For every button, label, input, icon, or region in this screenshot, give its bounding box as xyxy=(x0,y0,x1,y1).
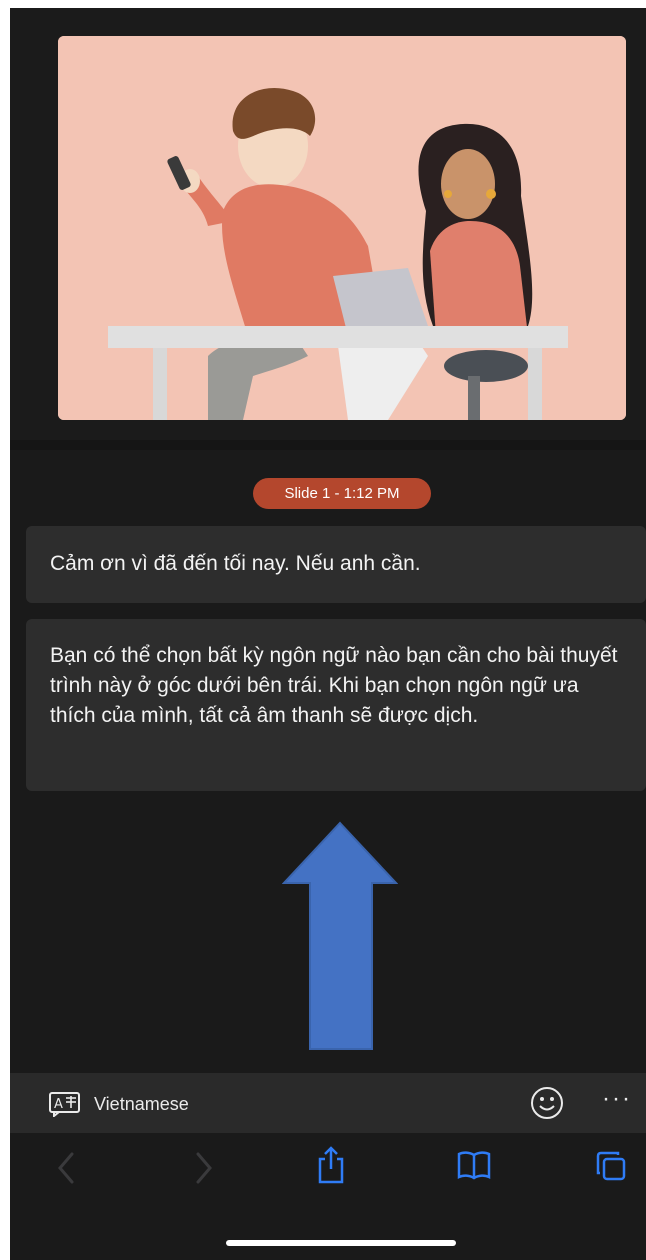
svg-text:A: A xyxy=(54,1097,63,1112)
home-indicator[interactable] xyxy=(226,1240,456,1246)
slide-divider xyxy=(10,440,646,450)
slide-image[interactable] xyxy=(58,36,626,420)
caption-card: Cảm ơn vì đã đến tối nay. Nếu anh cần. xyxy=(26,526,646,603)
more-options-button[interactable]: ··· xyxy=(602,1085,632,1113)
translate-icon[interactable]: A xyxy=(48,1091,82,1122)
annotation-arrow xyxy=(282,821,398,1050)
caption-card: Bạn có thể chọn bất kỳ ngôn ngữ nào bạn … xyxy=(26,619,646,791)
slide-illustration xyxy=(58,36,626,420)
bookmarks-icon[interactable] xyxy=(456,1149,492,1186)
app-screen: Slide 1 - 1:12 PM Cảm ơn vì đã đến tối n… xyxy=(10,8,646,1260)
language-label[interactable]: Vietnamese xyxy=(94,1094,189,1115)
back-icon[interactable] xyxy=(56,1151,76,1190)
language-bar: A Vietnamese ··· xyxy=(10,1073,646,1133)
share-icon[interactable] xyxy=(316,1145,346,1190)
forward-icon[interactable] xyxy=(194,1151,214,1190)
slide-viewer xyxy=(10,8,646,440)
slide-timestamp-badge: Slide 1 - 1:12 PM xyxy=(253,478,431,509)
smiley-icon[interactable] xyxy=(530,1086,564,1125)
tabs-icon[interactable] xyxy=(594,1149,628,1188)
